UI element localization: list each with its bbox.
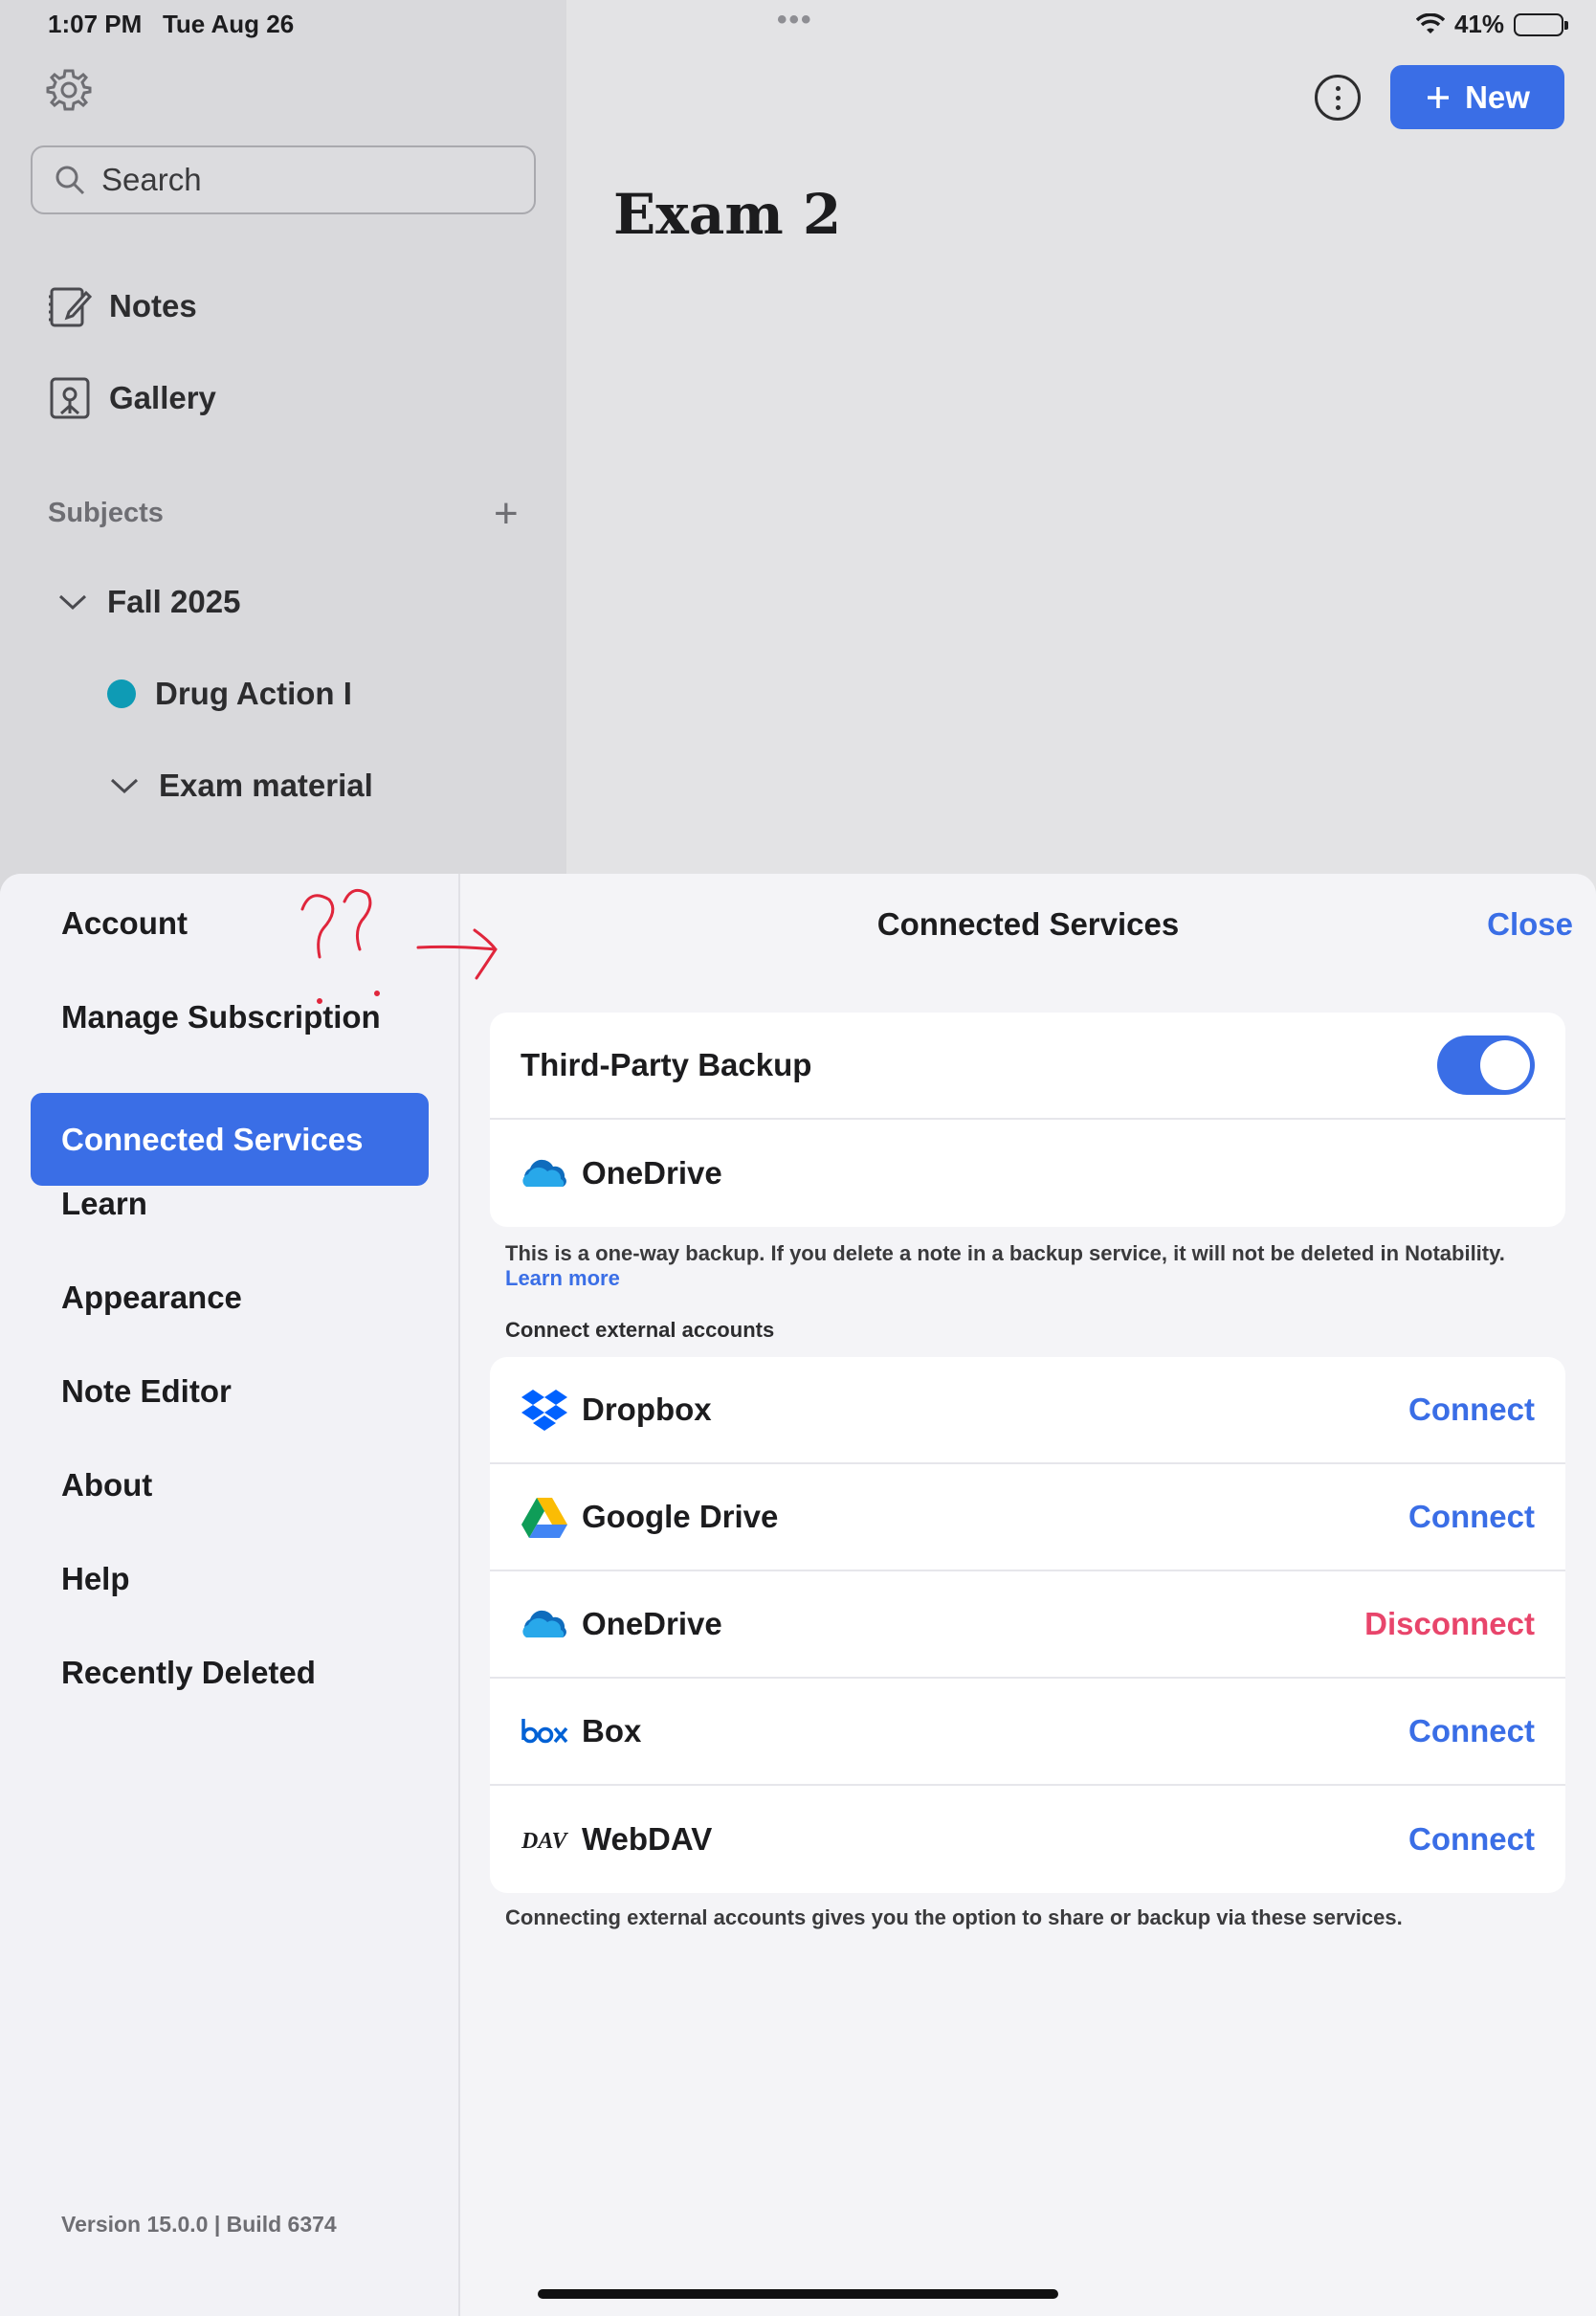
multitasking-dots-icon[interactable]: •••	[777, 4, 813, 36]
more-options-icon[interactable]	[1315, 75, 1361, 121]
settings-item-help[interactable]: Help	[31, 1532, 429, 1625]
search-placeholder: Search	[101, 162, 202, 197]
battery-percent: 41%	[1453, 10, 1504, 38]
service-name: Box	[582, 1713, 642, 1748]
settings-item-label: About	[61, 1466, 153, 1503]
add-subject-icon[interactable]: +	[494, 490, 519, 538]
onedrive-icon	[521, 1152, 568, 1194]
time-text: 1:07 PM	[48, 10, 143, 38]
sidebar-item-notes[interactable]: Notes	[48, 283, 197, 329]
sidebar-item-label: Gallery	[109, 380, 216, 415]
settings-item-label: Help	[61, 1560, 130, 1596]
external-accounts-note: Connecting external accounts gives you t…	[505, 1905, 1403, 1929]
wifi-icon	[1415, 12, 1445, 33]
connect-button[interactable]: Connect	[1408, 1713, 1535, 1749]
connect-button[interactable]: Connect	[1408, 1499, 1535, 1535]
version-text: Version 15.0.0 | Build 6374	[61, 2212, 337, 2237]
settings-item-appearance[interactable]: Appearance	[31, 1251, 429, 1344]
service-name: Dropbox	[582, 1392, 712, 1427]
sidebar-item-gallery[interactable]: Gallery	[48, 375, 216, 421]
search-field[interactable]: Search	[31, 145, 536, 214]
tree-subject-drug-action[interactable]: Drug Action I	[107, 676, 352, 712]
status-right: 41%	[1415, 10, 1568, 39]
new-button-label: New	[1465, 78, 1530, 115]
chevron-down-icon	[58, 594, 87, 611]
settings-item-learn[interactable]: Learn	[31, 1157, 429, 1250]
third-party-backup-label: Third-Party Backup	[521, 1047, 812, 1082]
panel-title: Connected Services	[876, 906, 1180, 942]
settings-item-label: Recently Deleted	[61, 1654, 316, 1690]
service-row-box[interactable]: Box Connect	[490, 1679, 1565, 1786]
settings-item-label: Connected Services	[61, 1121, 364, 1157]
status-bar: 1:07 PM Tue Aug 26 ••• 41%	[0, 0, 1596, 48]
backup-toggle[interactable]	[1437, 1036, 1535, 1095]
home-indicator[interactable]	[538, 2289, 1058, 2299]
toggle-knob	[1480, 1040, 1530, 1090]
tree-item-label: Fall 2025	[107, 584, 241, 619]
backup-note-text: This is a one-way backup. If you delete …	[505, 1241, 1505, 1265]
settings-item-note-editor[interactable]: Note Editor	[31, 1345, 429, 1437]
battery-icon	[1514, 12, 1568, 36]
notes-icon	[49, 287, 92, 327]
date-text: Tue Aug 26	[162, 10, 295, 38]
service-name: WebDAV	[582, 1821, 713, 1857]
tree-folder-fall-2025[interactable]: Fall 2025	[57, 584, 240, 620]
webdav-icon: DAV	[521, 1818, 568, 1860]
plus-icon	[1428, 86, 1450, 108]
third-party-backup-row: Third-Party Backup	[490, 1013, 1565, 1120]
service-name: OneDrive	[582, 1606, 722, 1641]
service-row-onedrive[interactable]: OneDrive Disconnect	[490, 1571, 1565, 1679]
onedrive-icon	[521, 1603, 568, 1645]
service-row-google-drive[interactable]: Google Drive Connect	[490, 1464, 1565, 1571]
settings-item-label: Account	[61, 904, 188, 941]
subjects-header: Subjects	[48, 498, 526, 529]
settings-nav: Account Manage Subscription Connected Se…	[0, 874, 460, 2316]
chevron-down-icon	[110, 778, 139, 794]
settings-item-label: Note Editor	[61, 1372, 232, 1409]
connect-button[interactable]: Connect	[1408, 1821, 1535, 1858]
settings-item-manage-subscription[interactable]: Manage Subscription	[31, 970, 429, 1063]
settings-item-about[interactable]: About	[31, 1438, 429, 1531]
learn-more-link[interactable]: Learn more	[505, 1266, 620, 1290]
search-icon	[55, 166, 85, 195]
box-icon	[521, 1710, 568, 1752]
backup-note: This is a one-way backup. If you delete …	[505, 1241, 1577, 1291]
settings-item-recently-deleted[interactable]: Recently Deleted	[31, 1626, 429, 1719]
backup-service-row[interactable]: OneDrive	[490, 1120, 1565, 1227]
connect-button[interactable]: Connect	[1408, 1392, 1535, 1428]
settings-item-label: Manage Subscription	[61, 998, 381, 1035]
google-drive-icon	[521, 1496, 568, 1538]
svg-text:DAV: DAV	[521, 1829, 568, 1854]
services-card: Dropbox Connect Google Drive Connect One…	[490, 1357, 1565, 1893]
service-row-webdav[interactable]: DAV WebDAV Connect	[490, 1786, 1565, 1893]
settings-item-label: Appearance	[61, 1279, 242, 1315]
service-name: Google Drive	[582, 1499, 779, 1534]
status-time: 1:07 PM Tue Aug 26	[48, 10, 294, 39]
new-note-button[interactable]: New	[1390, 65, 1564, 129]
tree-item-label: Drug Action I	[155, 676, 352, 711]
settings-item-account[interactable]: Account	[31, 877, 429, 969]
connected-services-panel: Connected Services Close Third-Party Bac…	[460, 874, 1596, 2316]
backup-card: Third-Party Backup OneDrive	[490, 1013, 1565, 1227]
note-title: Exam 2	[613, 182, 842, 247]
close-button[interactable]: Close	[1487, 906, 1573, 943]
settings-item-label: Learn	[61, 1185, 147, 1221]
gear-icon[interactable]	[44, 65, 94, 115]
backup-service-label: OneDrive	[582, 1155, 722, 1191]
tree-item-label: Exam material	[159, 768, 373, 803]
sidebar-item-label: Notes	[109, 288, 197, 323]
gallery-icon	[50, 377, 90, 419]
external-accounts-header: Connect external accounts	[505, 1318, 775, 1342]
dropbox-icon	[521, 1389, 568, 1431]
disconnect-button[interactable]: Disconnect	[1364, 1606, 1535, 1642]
subject-color-dot	[107, 679, 136, 708]
tree-folder-exam-material[interactable]: Exam material	[109, 768, 373, 804]
settings-sheet: Account Manage Subscription Connected Se…	[0, 874, 1596, 2316]
subjects-label: Subjects	[48, 498, 164, 528]
service-row-dropbox[interactable]: Dropbox Connect	[490, 1357, 1565, 1464]
